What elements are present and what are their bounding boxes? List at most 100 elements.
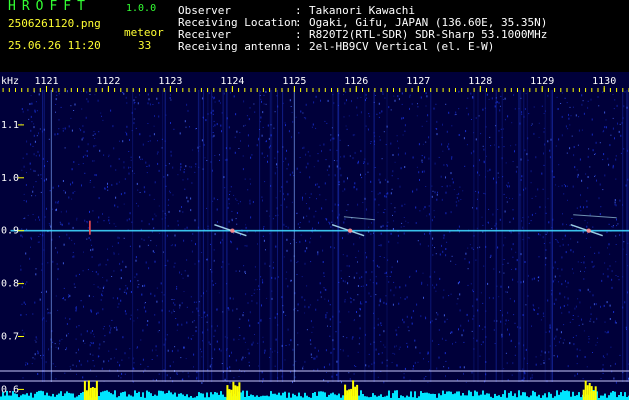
noise-speck <box>47 308 49 310</box>
noise-speck <box>602 364 604 366</box>
level-bar <box>34 393 36 400</box>
noise-speck <box>235 359 237 362</box>
noise-speck <box>305 153 307 156</box>
noise-speck <box>148 236 150 238</box>
noise-speck <box>354 134 356 136</box>
noise-speck <box>58 185 60 188</box>
noise-speck <box>587 100 589 102</box>
noise-speck <box>65 349 67 351</box>
noise-speck <box>431 195 433 198</box>
noise-speck <box>392 154 394 156</box>
noise-speck <box>239 201 241 203</box>
level-bar <box>508 392 510 400</box>
noise-speck <box>128 166 129 169</box>
noise-speck <box>482 231 484 233</box>
noise-speck <box>179 307 181 309</box>
noise-speck <box>144 190 146 193</box>
noise-speck <box>581 103 583 106</box>
noise-speck <box>353 320 355 322</box>
noise-speck <box>435 103 437 105</box>
noise-speck <box>133 122 135 125</box>
noise-speck <box>320 235 322 238</box>
noise-speck <box>286 149 287 152</box>
noise-speck <box>310 343 312 345</box>
noise-speck <box>493 319 495 322</box>
noise-speck <box>212 109 214 112</box>
noise-speck <box>40 174 42 176</box>
noise-speck <box>30 143 32 146</box>
info-value: 2el-HB9CV Vertical (el. E-W) <box>309 40 495 53</box>
noise-speck <box>261 304 262 307</box>
noise-speck <box>249 199 251 202</box>
noise-speck <box>185 165 187 168</box>
noise-speck <box>125 96 127 99</box>
noise-speck <box>52 363 54 365</box>
noise-speck <box>370 143 372 144</box>
noise-speck <box>212 132 214 133</box>
noise-speck <box>404 298 406 300</box>
noise-speck <box>80 363 82 366</box>
noise-speck <box>344 280 346 283</box>
noise-speck <box>464 258 466 260</box>
noise-speck <box>394 161 396 163</box>
noise-speck <box>243 312 244 313</box>
noise-speck <box>393 294 395 297</box>
noise-speck <box>75 274 77 277</box>
noise-speck <box>489 136 491 138</box>
noise-speck <box>458 200 460 202</box>
noise-speck <box>365 125 367 127</box>
noise-speck <box>427 352 428 355</box>
noise-speck <box>509 298 511 300</box>
noise-speck <box>528 222 530 224</box>
noise-speck <box>396 364 398 367</box>
noise-speck <box>531 123 533 125</box>
noise-speck <box>342 254 344 256</box>
noise-speck <box>541 350 543 353</box>
noise-speck <box>66 90 68 93</box>
noise-speck <box>479 159 480 162</box>
noise-speck <box>273 127 275 129</box>
noise-speck <box>403 376 405 379</box>
noise-speck <box>300 110 302 113</box>
noise-speck <box>409 379 411 381</box>
noise-speck <box>249 178 251 180</box>
noise-speck <box>347 282 349 285</box>
level-bar <box>484 394 486 400</box>
noise-speck <box>426 120 428 122</box>
level-peak <box>230 389 233 400</box>
noise-speck <box>291 201 293 203</box>
noise-speck <box>63 287 65 289</box>
noise-speck <box>228 220 230 223</box>
noise-speck <box>261 134 263 137</box>
noise-speck <box>58 128 60 130</box>
noise-speck <box>129 348 131 350</box>
noise-speck <box>515 144 517 146</box>
noise-speck <box>342 279 344 282</box>
noise-speck <box>323 275 325 277</box>
noise-speck <box>575 335 577 337</box>
noise-speck <box>340 270 342 272</box>
noise-speck <box>548 358 550 360</box>
noise-speck <box>158 373 160 375</box>
noise-speck <box>52 186 54 189</box>
noise-speck <box>336 160 338 162</box>
noise-speck <box>339 321 341 323</box>
noise-speck <box>40 355 42 357</box>
noise-speck <box>608 223 610 225</box>
noise-speck <box>421 170 423 173</box>
noise-speck <box>397 178 399 180</box>
noise-speck <box>522 226 524 229</box>
noise-speck <box>113 223 115 225</box>
noise-speck <box>578 324 580 326</box>
noise-speck <box>194 263 196 265</box>
noise-speck <box>98 131 100 133</box>
noise-speck <box>25 363 27 366</box>
level-bar <box>212 394 214 400</box>
noise-speck <box>576 348 578 351</box>
noise-speck <box>423 170 425 173</box>
noise-speck <box>560 306 561 309</box>
noise-speck <box>239 270 241 272</box>
noise-speck <box>115 196 117 199</box>
noise-speck <box>195 243 196 246</box>
level-bar <box>132 396 134 400</box>
